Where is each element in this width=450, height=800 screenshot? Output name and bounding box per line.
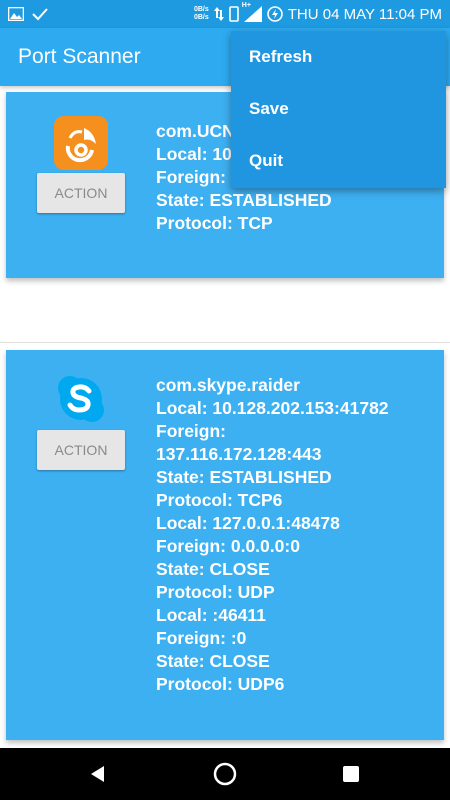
connection-state: State: CLOSE — [156, 559, 270, 579]
action-button[interactable]: ACTION — [37, 430, 125, 470]
overflow-menu: Refresh Save Quit — [231, 31, 446, 188]
image-notification-icon — [8, 7, 24, 21]
network-speed: 0B/s 0B/s — [194, 6, 209, 22]
protocol: Protocol: TCP — [156, 213, 273, 233]
divider — [0, 342, 450, 343]
action-button[interactable]: ACTION — [37, 173, 125, 213]
recents-button[interactable] — [321, 748, 381, 800]
battery-saver-icon — [266, 6, 283, 22]
home-button[interactable] — [195, 748, 255, 800]
navigation-bar — [0, 748, 450, 800]
protocol: Protocol: TCP6 — [156, 490, 283, 510]
list-item: ACTION com.skype.raider Local: 10.128.20… — [6, 350, 444, 740]
screen: 0B/s 0B/s H+ THU 04 MAY 11:04 PM Port Sc… — [0, 0, 450, 800]
uc-browser-icon — [54, 116, 108, 170]
back-icon — [91, 766, 104, 782]
back-button[interactable] — [68, 748, 128, 800]
upload-speed: 0B/s — [193, 6, 209, 13]
recents-icon — [343, 766, 359, 782]
status-datetime: THU 04 MAY 11:04 PM — [287, 5, 442, 23]
app-title: Port Scanner — [18, 45, 141, 68]
protocol: Protocol: UDP6 — [156, 674, 285, 694]
connection-state: State: CLOSE — [156, 651, 270, 671]
phone-icon — [228, 6, 239, 22]
local-address: Local: 10.128.202.153:41782 — [156, 398, 389, 418]
menu-item-save[interactable]: Save — [231, 83, 446, 135]
skype-icon — [54, 372, 108, 426]
foreign-label: Foreign: — [156, 421, 226, 441]
foreign-address: 137.116.172.128:443 — [156, 444, 322, 464]
download-speed: 0B/s — [193, 14, 209, 21]
signal-icon: H+ — [242, 2, 262, 22]
system-icons: 0B/s 0B/s H+ THU 04 MAY 11:04 PM — [194, 2, 442, 23]
menu-item-refresh[interactable]: Refresh — [231, 31, 446, 83]
local-address: Local: :46411 — [156, 605, 266, 625]
connection-state: State: ESTABLISHED — [156, 190, 332, 210]
foreign-address: Foreign: 0.0.0.0:0 — [156, 536, 300, 556]
connection-state: State: ESTABLISHED — [156, 467, 332, 487]
home-icon — [213, 762, 237, 786]
connection-details: com.skype.raider Local: 10.128.202.153:4… — [156, 374, 389, 696]
network-type-label: H+ — [241, 2, 251, 9]
local-address: Local: 127.0.0.1:48478 — [156, 513, 340, 533]
protocol: Protocol: UDP — [156, 582, 275, 602]
check-notification-icon — [32, 8, 48, 21]
data-transfer-icon — [213, 7, 224, 21]
package-name: com.skype.raider — [156, 375, 300, 395]
menu-item-quit[interactable]: Quit — [231, 135, 446, 187]
foreign-address: Foreign: :0 — [156, 628, 247, 648]
status-bar: 0B/s 0B/s H+ THU 04 MAY 11:04 PM — [0, 0, 450, 28]
notification-icons — [8, 7, 48, 21]
